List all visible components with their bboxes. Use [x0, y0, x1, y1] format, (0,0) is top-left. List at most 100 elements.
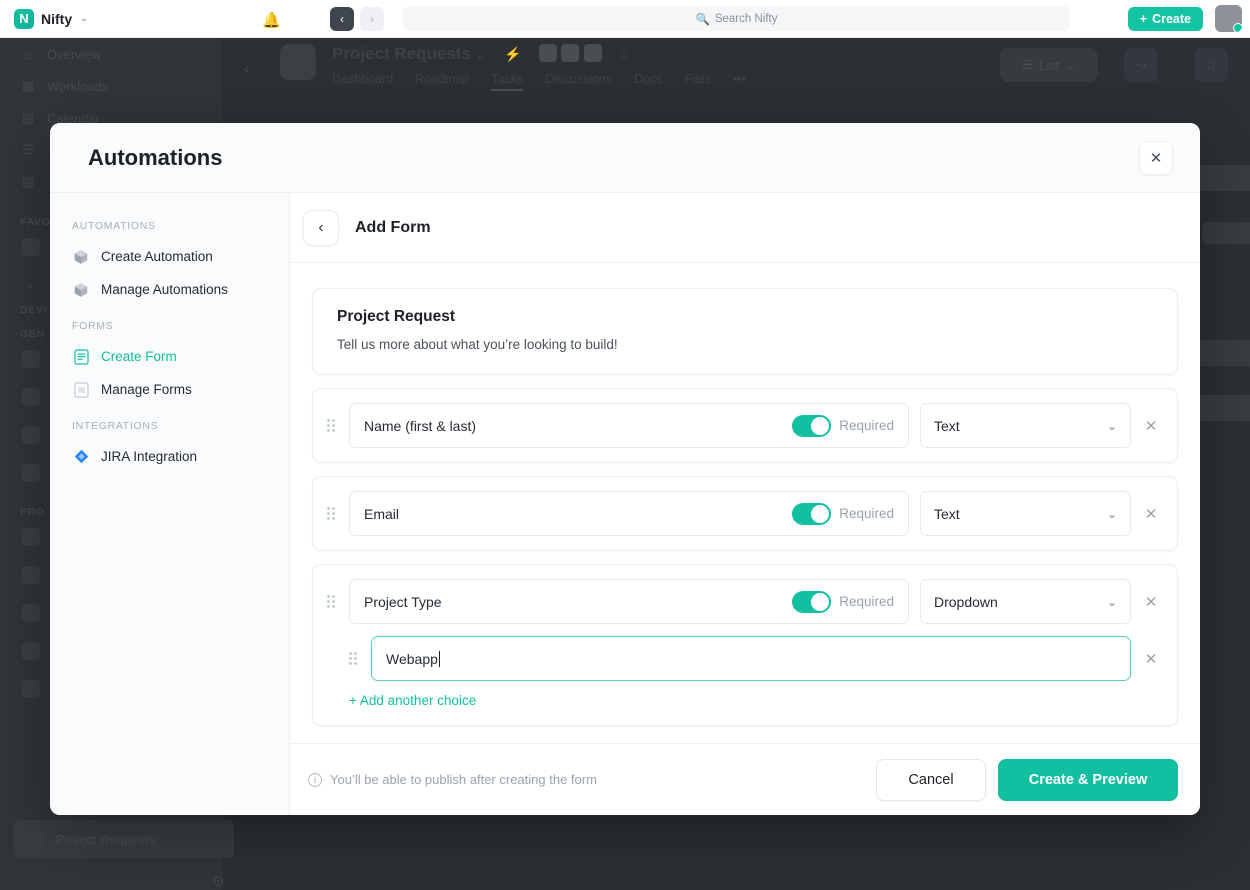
sidebar-item-label: JIRA Integration — [101, 449, 197, 464]
tab-files[interactable]: Files — [684, 72, 710, 91]
field-type-value: Text — [934, 506, 960, 522]
search-input[interactable]: 🔍 Search Nifty — [403, 6, 1070, 31]
form-field-card: Email Required Text ⌄ ✕ — [312, 476, 1178, 551]
required-label: Required — [839, 418, 894, 433]
nav-back-button[interactable]: ‹ — [330, 7, 354, 31]
tab-more-icon[interactable]: ••• — [733, 72, 746, 91]
member-avatar[interactable] — [584, 44, 602, 62]
calendar-icon: ▤ — [20, 110, 36, 126]
modal-title: Automations — [88, 145, 222, 171]
global-topbar: N Nifty ⌄ 🔔 ‹ › 🔍 Search Nifty + Create — [0, 0, 1250, 38]
automations-modal: Automations ✕ AUTOMATIONS Create Automat… — [50, 123, 1200, 815]
required-toggle[interactable] — [792, 591, 831, 613]
cancel-button[interactable]: Cancel — [876, 759, 986, 801]
project-swatch — [22, 528, 40, 546]
help-circle-icon[interactable]: ⊙ — [212, 872, 225, 890]
form-title[interactable]: Project Request — [337, 308, 1153, 326]
text-cursor — [439, 651, 440, 667]
chart-icon: ▦ — [20, 78, 36, 94]
chevron-down-icon[interactable]: ⌄ — [476, 48, 486, 62]
create-and-preview-button[interactable]: Create & Preview — [998, 759, 1178, 801]
document-icon — [72, 348, 90, 366]
required-label: Required — [839, 506, 894, 521]
view-switcher-label: List — [1039, 58, 1059, 73]
tab-discussions[interactable]: Discussions — [545, 72, 612, 91]
sidebar-item-jira-integration[interactable]: JIRA Integration — [50, 440, 289, 473]
sidebar-item-project-requests[interactable]: Project Requests — [14, 820, 234, 858]
field-type-select[interactable]: Text ⌄ — [920, 491, 1131, 536]
background-chip — [1202, 222, 1250, 244]
project-swatch — [22, 566, 40, 584]
sidebar-item-create-form[interactable]: Create Form — [50, 340, 289, 373]
form-builder-scroll[interactable]: Project Request Tell us more about what … — [290, 263, 1200, 743]
sidebar-item-manage-automations[interactable]: Manage Automations — [50, 273, 289, 306]
create-button[interactable]: + Create — [1128, 7, 1203, 31]
sidebar-item-create-automation[interactable]: Create Automation — [50, 240, 289, 273]
publish-note: i You’ll be able to publish after creati… — [308, 772, 597, 787]
member-avatar[interactable] — [561, 44, 579, 62]
modal-footer: i You’ll be able to publish after creati… — [290, 743, 1200, 815]
remove-field-button[interactable]: ✕ — [1142, 593, 1160, 611]
choice-input[interactable]: Webapp — [371, 636, 1131, 681]
sidebar-item-workloads[interactable]: ▦ Workloads — [0, 70, 222, 102]
remove-field-button[interactable]: ✕ — [1142, 505, 1160, 523]
notification-bell-icon[interactable]: 🔔 — [262, 11, 281, 29]
remove-field-button[interactable]: ✕ — [1142, 417, 1160, 435]
bolt-icon[interactable]: ⚡ — [504, 46, 521, 62]
brand[interactable]: N Nifty ⌄ — [14, 9, 88, 29]
share-icon[interactable]: ⤳ — [1124, 48, 1158, 82]
home-icon: ⌂ — [20, 46, 36, 62]
drag-handle-icon[interactable] — [327, 595, 338, 608]
choice-value: Webapp — [386, 651, 438, 667]
required-toggle-group: Required — [792, 415, 894, 437]
form-subtitle[interactable]: Tell us more about what you’re looking t… — [337, 337, 1153, 352]
field-name-value: Email — [364, 506, 399, 522]
drag-handle-icon[interactable] — [327, 507, 338, 520]
field-name-input[interactable]: Email Required — [349, 491, 909, 536]
star-icon[interactable]: ☆ — [1194, 48, 1228, 82]
project-swatch — [22, 350, 40, 368]
required-toggle[interactable] — [792, 503, 831, 525]
chevron-down-icon: ⌄ — [1065, 57, 1076, 73]
chevron-down-icon[interactable]: ⌄ — [80, 13, 88, 24]
publish-note-text: You’ll be able to publish after creating… — [330, 772, 597, 787]
tab-roadmap[interactable]: Roadmap — [415, 72, 469, 91]
form-field-row: Name (first & last) Required Text ⌄ ✕ — [327, 403, 1160, 448]
create-button-label: Create — [1152, 12, 1191, 26]
project-header: ‹ Project Requests ⌄ ⚡ ☺ Dashboard Roadm… — [222, 38, 1250, 102]
add-another-choice-button[interactable]: + Add another choice — [349, 693, 1160, 708]
search-placeholder: Search Nifty — [715, 13, 778, 25]
view-switcher-list[interactable]: ☰ List ⌄ — [1000, 48, 1098, 82]
checklist-icon: ▤ — [20, 174, 36, 190]
sidebar-item-label: Manage Forms — [101, 382, 192, 397]
drag-handle-icon[interactable] — [349, 652, 360, 665]
section-label-automations: AUTOMATIONS — [50, 220, 289, 240]
close-icon[interactable]: ✕ — [1139, 141, 1173, 175]
nav-forward-button[interactable]: › — [360, 7, 384, 31]
field-type-select[interactable]: Dropdown ⌄ — [920, 579, 1131, 624]
field-name-input[interactable]: Name (first & last) Required — [349, 403, 909, 448]
field-name-value: Name (first & last) — [364, 418, 476, 434]
cube-icon — [72, 281, 90, 299]
project-swatch — [22, 238, 40, 256]
back-button[interactable]: ‹ — [303, 210, 339, 246]
form-field-row: Project Type Required Dropdown ⌄ ✕ — [327, 579, 1160, 624]
sidebar-item-manage-forms[interactable]: Manage Forms — [50, 373, 289, 406]
required-toggle[interactable] — [792, 415, 831, 437]
background-chip — [1196, 340, 1250, 366]
tab-tasks[interactable]: Tasks — [491, 72, 523, 91]
avatar[interactable] — [1215, 5, 1242, 32]
field-name-input[interactable]: Project Type Required — [349, 579, 909, 624]
tab-docs[interactable]: Docs — [634, 72, 662, 91]
collapse-sidebar-icon[interactable]: ‹ — [244, 60, 249, 77]
chevron-down-icon: ⌄ — [1107, 595, 1117, 609]
field-type-select[interactable]: Text ⌄ — [920, 403, 1131, 448]
member-avatar[interactable] — [539, 44, 557, 62]
remove-choice-button[interactable]: ✕ — [1142, 650, 1160, 668]
sidebar-item-overview[interactable]: ⌂ Overview — [0, 38, 222, 70]
tab-dashboard[interactable]: Dashboard — [332, 72, 393, 91]
footer-buttons: Cancel Create & Preview — [876, 759, 1178, 801]
drag-handle-icon[interactable] — [327, 419, 338, 432]
add-member-icon[interactable]: ☺ — [617, 46, 631, 62]
section-label-integrations: INTEGRATIONS — [50, 420, 289, 440]
